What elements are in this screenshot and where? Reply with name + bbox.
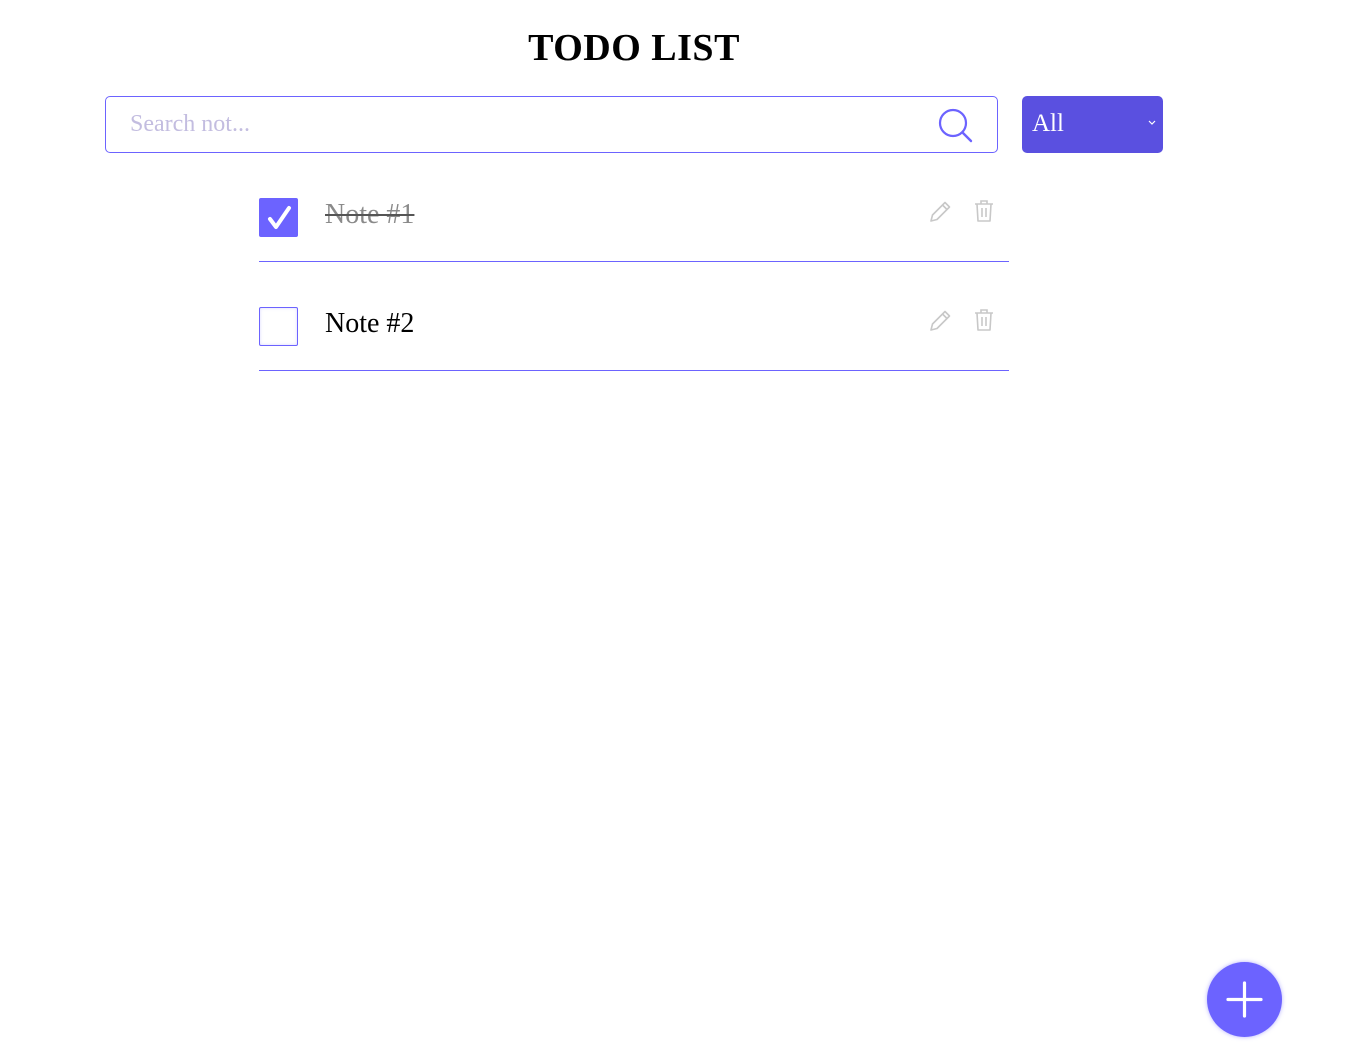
add-todo-button[interactable] (1207, 962, 1282, 1037)
trash-icon[interactable] (973, 307, 995, 333)
todo-item: Note #2 (259, 262, 1009, 371)
todo-checkbox[interactable] (259, 307, 298, 346)
filter-selected-value: All (1032, 110, 1064, 137)
filter-select[interactable]: All (1022, 96, 1163, 153)
todo-list: Note #1 Note #2 (259, 153, 1009, 371)
plus-icon (1226, 981, 1263, 1018)
todo-app: TODO LIST All Note #1 (0, 0, 1351, 1059)
todo-checkbox[interactable] (259, 198, 298, 237)
todo-text: Note #1 (325, 199, 415, 230)
check-icon (268, 206, 291, 229)
page-title: TODO LIST (528, 27, 740, 69)
trash-icon[interactable] (973, 198, 995, 224)
pencil-icon[interactable] (927, 308, 953, 334)
search-icon[interactable] (937, 107, 975, 145)
chevron-down-icon (1148, 120, 1156, 125)
search-input[interactable] (106, 97, 926, 152)
todo-text: Note #2 (325, 308, 415, 339)
pencil-icon[interactable] (927, 199, 953, 225)
search-box[interactable] (105, 96, 998, 153)
todo-item: Note #1 (259, 153, 1009, 262)
